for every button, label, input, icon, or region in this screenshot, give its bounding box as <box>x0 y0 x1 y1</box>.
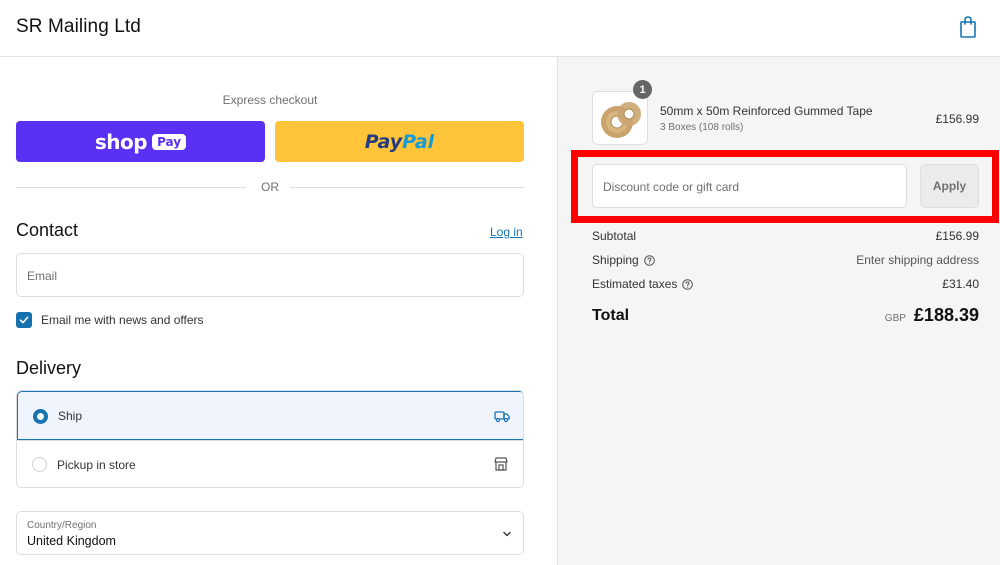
total-amount-group: GBP £188.39 <box>885 305 979 326</box>
product-price: £156.99 <box>935 112 979 126</box>
paypal-logo-part2: Pal <box>402 130 435 153</box>
ship-label: Ship <box>58 409 83 423</box>
login-link[interactable]: Log in <box>490 225 523 239</box>
truck-icon <box>494 411 510 423</box>
contact-heading: Contact <box>16 220 79 240</box>
store-icon <box>494 457 508 471</box>
total-amount: £188.39 <box>913 305 979 325</box>
checkout-form: Express checkout shop Pay Pay Pal OR Cont… <box>0 57 557 565</box>
or-divider: OR <box>16 179 524 195</box>
shipping-label-group: Shipping <box>592 253 655 267</box>
email-placeholder: Email <box>27 269 58 283</box>
checkmark-icon <box>19 316 29 324</box>
divider-line-right <box>290 187 524 188</box>
help-icon[interactable] <box>643 254 655 266</box>
product-variant: 3 Boxes (108 rolls) <box>660 122 744 133</box>
help-icon[interactable] <box>682 278 694 290</box>
shipping-label: Shipping <box>592 253 639 267</box>
news-checkbox[interactable] <box>16 312 32 328</box>
email-field[interactable]: Email <box>16 253 524 297</box>
express-checkout-label: Express checkout <box>222 93 318 107</box>
tape-roll-image <box>601 102 641 138</box>
country-label: Country/Region <box>27 520 97 531</box>
total-label: Total <box>592 307 630 324</box>
news-opt-in[interactable]: Email me with news and offers <box>16 311 204 329</box>
delivery-method-group: Ship Pickup in store <box>16 390 524 488</box>
delivery-heading: Delivery <box>16 358 82 378</box>
pickup-radio[interactable] <box>32 457 47 472</box>
delivery-option-ship[interactable]: Ship <box>17 391 523 440</box>
taxes-row: Estimated taxes £31.40 <box>592 277 979 293</box>
shop-pay-logo-word: shop <box>94 129 148 154</box>
taxes-value: £31.40 <box>942 277 979 291</box>
paypal-logo-part1: Pay <box>364 130 403 153</box>
total-row: Total GBP £188.39 <box>592 305 979 329</box>
subtotal-row: Subtotal £156.99 <box>592 229 979 245</box>
pickup-label: Pickup in store <box>57 458 136 472</box>
news-checkbox-label: Email me with news and offers <box>41 313 204 327</box>
subtotal-label: Subtotal <box>592 229 637 243</box>
taxes-label-group: Estimated taxes <box>592 277 694 291</box>
currency-code: GBP <box>884 313 906 324</box>
apply-discount-button[interactable]: Apply <box>920 164 979 208</box>
quantity-badge: 1 <box>633 80 652 99</box>
subtotal-value: £156.99 <box>935 229 979 243</box>
taxes-label: Estimated taxes <box>592 277 678 291</box>
chevron-down-icon <box>503 531 511 537</box>
ship-radio[interactable] <box>33 409 48 424</box>
country-value: United Kingdom <box>27 534 116 548</box>
paypal-button[interactable]: Pay Pal <box>275 121 524 162</box>
store-name[interactable]: SR Mailing Ltd <box>16 16 141 38</box>
country-select[interactable]: Country/Region United Kingdom <box>16 511 524 555</box>
shop-pay-button[interactable]: shop Pay <box>16 121 265 162</box>
product-thumbnail <box>592 91 648 145</box>
delivery-option-pickup[interactable]: Pickup in store <box>17 440 523 487</box>
shop-pay-logo-badge: Pay <box>152 133 187 150</box>
discount-code-input[interactable]: Discount code or gift card <box>592 164 907 208</box>
product-name: 50mm x 50m Reinforced Gummed Tape <box>660 104 873 118</box>
checkout-header: SR Mailing Ltd <box>0 0 1000 57</box>
order-summary: 1 50mm x 50m Reinforced Gummed Tape 3 Bo… <box>557 57 1000 565</box>
shopping-bag-icon[interactable] <box>957 14 979 40</box>
discount-placeholder: Discount code or gift card <box>603 180 740 194</box>
shipping-value: Enter shipping address <box>856 253 979 267</box>
shipping-row: Shipping Enter shipping address <box>592 253 979 269</box>
